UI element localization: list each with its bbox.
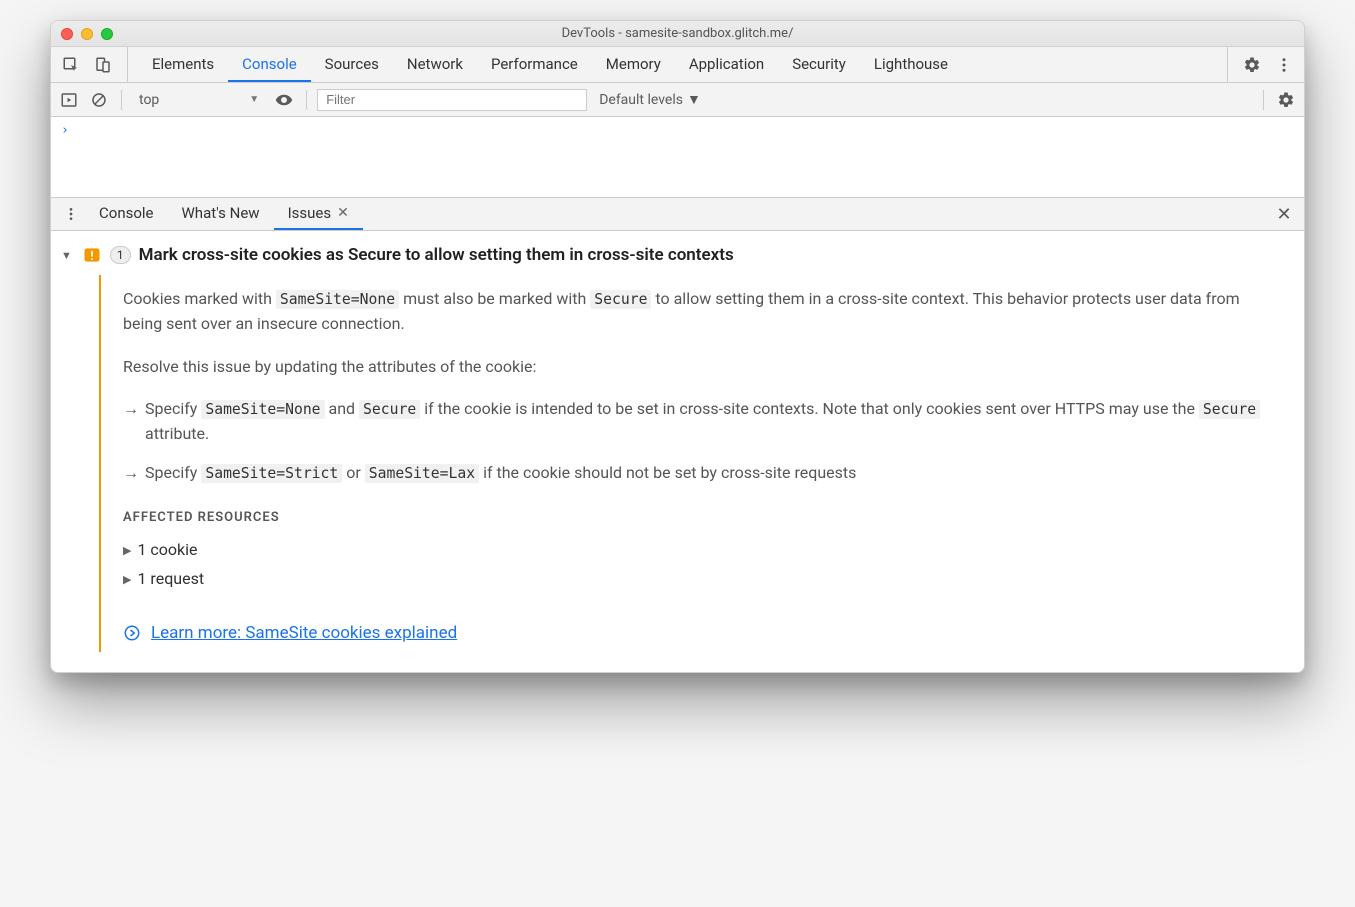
tab-memory[interactable]: Memory (592, 47, 675, 82)
arrow-right-icon: → (123, 461, 139, 486)
console-filter-input[interactable] (317, 89, 587, 111)
issue-bullet-2: → Specify SameSite=Strict or SameSite=La… (123, 461, 1276, 486)
tab-lighthouse[interactable]: Lighthouse (860, 47, 962, 82)
issue-title: Mark cross-site cookies as Secure to all… (139, 245, 734, 265)
code-secure: Secure (590, 290, 651, 309)
tab-network[interactable]: Network (393, 47, 477, 82)
expand-triangle-icon: ▶ (123, 542, 131, 559)
drawer-tab-issues[interactable]: Issues ✕ (274, 198, 363, 230)
drawer-tab-console[interactable]: Console (85, 198, 168, 230)
issue-header-row[interactable]: ▼ 1 Mark cross-site cookies as Secure to… (61, 241, 1294, 275)
close-window-button[interactable] (61, 28, 73, 40)
context-label: top (139, 92, 159, 108)
console-prompt-icon: › (61, 123, 69, 138)
learn-more-row: Learn more: SameSite cookies explained (123, 620, 1276, 646)
console-output-area[interactable]: › (51, 117, 1304, 197)
minimize-window-button[interactable] (81, 28, 93, 40)
inspect-element-icon[interactable] (57, 51, 85, 79)
tab-elements[interactable]: Elements (138, 47, 228, 82)
drawer-tab-strip: Console What's New Issues ✕ ✕ (51, 197, 1304, 231)
devtools-window: DevTools - samesite-sandbox.glitch.me/ E… (50, 20, 1305, 673)
console-toolbar: top ▼ Default levels ▼ (51, 83, 1304, 117)
drawer-tab-issues-label: Issues (288, 204, 332, 222)
affected-cookie-label: 1 cookie (137, 538, 197, 563)
device-toolbar-icon[interactable] (89, 51, 117, 79)
learn-more-link[interactable]: Learn more: SameSite cookies explained (151, 620, 457, 646)
settings-gear-icon[interactable] (1238, 51, 1266, 79)
arrow-circle-right-icon (123, 624, 141, 642)
close-tab-icon[interactable]: ✕ (335, 205, 349, 221)
chevron-down-icon: ▼ (249, 94, 259, 105)
affected-resources-heading: AFFECTED RESOURCES (123, 508, 1276, 528)
main-tab-strip: Elements Console Sources Network Perform… (51, 47, 1304, 83)
execution-context-select[interactable]: top ▼ (132, 89, 266, 111)
live-expression-eye-icon[interactable] (272, 88, 296, 112)
expand-triangle-icon[interactable]: ▼ (61, 249, 72, 262)
affected-cookie-row[interactable]: ▶ 1 cookie (123, 538, 1276, 563)
zoom-window-button[interactable] (101, 28, 113, 40)
issue-description: Cookies marked with SameSite=None must a… (123, 287, 1276, 337)
traffic-lights (61, 28, 113, 40)
tab-console[interactable]: Console (228, 47, 311, 82)
drawer-tab-whats-new[interactable]: What's New (168, 198, 274, 230)
issue-count-badge: 1 (110, 246, 131, 264)
more-menu-icon[interactable] (1270, 51, 1298, 79)
issues-panel: ▼ 1 Mark cross-site cookies as Secure to… (51, 231, 1304, 672)
log-levels-select[interactable]: Default levels ▼ (593, 91, 707, 108)
tab-application[interactable]: Application (675, 47, 778, 82)
titlebar: DevTools - samesite-sandbox.glitch.me/ (51, 21, 1304, 47)
issue-bullet-1: → Specify SameSite=None and Secure if th… (123, 397, 1276, 447)
close-drawer-icon[interactable]: ✕ (1270, 200, 1298, 228)
window-title: DevTools - samesite-sandbox.glitch.me/ (61, 26, 1294, 41)
levels-label: Default levels (599, 92, 683, 108)
breaking-change-warning-icon (82, 245, 102, 265)
tab-sources[interactable]: Sources (311, 47, 393, 82)
toggle-sidebar-icon[interactable] (57, 88, 81, 112)
affected-request-row[interactable]: ▶ 1 request (123, 567, 1276, 592)
clear-console-icon[interactable] (87, 88, 111, 112)
arrow-right-icon: → (123, 397, 139, 447)
affected-request-label: 1 request (137, 567, 204, 592)
issue-body: Cookies marked with SameSite=None must a… (99, 275, 1294, 652)
issue-resolve-intro: Resolve this issue by updating the attri… (123, 355, 1276, 380)
expand-triangle-icon: ▶ (123, 571, 131, 588)
console-settings-gear-icon[interactable] (1274, 88, 1298, 112)
chevron-down-icon: ▼ (687, 91, 701, 108)
tab-security[interactable]: Security (778, 47, 860, 82)
tab-performance[interactable]: Performance (477, 47, 592, 82)
code-samesite-none: SameSite=None (276, 290, 399, 309)
drawer-more-menu-icon[interactable] (57, 200, 85, 228)
